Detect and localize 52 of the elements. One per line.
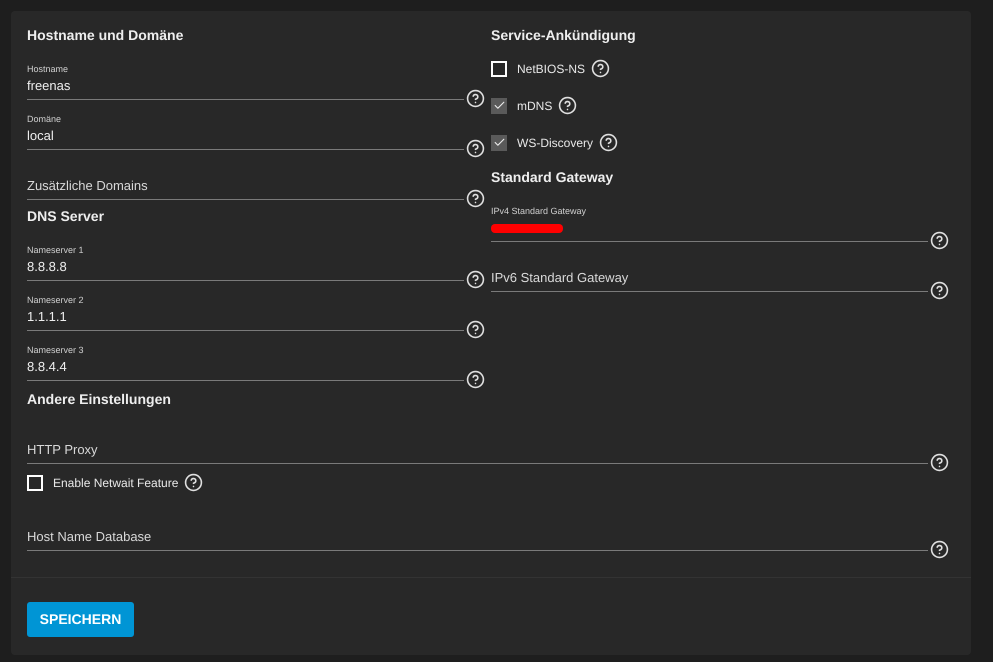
section-heading: DNS Server [27,206,104,226]
text-field[interactable]: IPv4 Standard Gateway [491,205,928,242]
help-icon[interactable] [599,133,618,152]
field-label: Domäne [27,113,62,125]
checkbox[interactable] [491,60,507,76]
field-value: freenas [27,78,72,94]
checkbox-label: NetBIOS-NS [517,60,586,78]
help-icon[interactable] [591,59,610,78]
section-heading: Andere Einstellungen [27,390,171,409]
checkbox[interactable] [491,134,507,150]
field-placeholder[interactable]: IPv6 Standard Gateway [491,270,928,286]
field-placeholder[interactable]: HTTP Proxy [27,442,928,458]
field-value: 8.8.8.8 [27,259,68,275]
field-placeholder[interactable]: Zusätzliche Domains [27,178,464,194]
help-icon[interactable] [930,540,949,559]
field-placeholder[interactable]: Host Name Database [27,529,928,545]
text-field[interactable]: Zusätzliche Domains [27,178,464,200]
checkbox-label: mDNS [517,98,552,114]
checkbox[interactable] [27,474,43,490]
field-label: Nameserver 2 [27,294,85,306]
help-icon[interactable] [466,139,485,158]
section-heading: Service-Ankündigung [491,26,636,45]
field-value: local [27,128,55,144]
checkbox[interactable] [491,98,507,114]
help-icon[interactable] [930,281,949,300]
help-icon[interactable] [466,370,485,389]
help-icon[interactable] [466,89,485,108]
text-field[interactable]: IPv6 Standard Gateway [491,270,928,292]
text-field[interactable]: Hostname freenas [27,63,464,100]
help-icon[interactable] [558,96,578,115]
section-heading: Hostname und Domäne [27,26,184,44]
help-icon[interactable] [466,189,485,208]
text-field[interactable]: Domäne local [27,113,464,150]
field-value: 8.8.4.4 [27,359,68,375]
field-label: Nameserver 3 [27,344,85,356]
section-heading: Standard Gateway [491,168,614,187]
help-icon[interactable] [930,231,949,250]
help-icon[interactable] [184,473,204,492]
field-label: IPv4 Standard Gateway [491,205,588,217]
text-field[interactable]: HTTP Proxy [27,442,928,464]
field-label: Hostname [27,63,70,75]
checkbox-label: WS-Discovery [517,134,594,152]
help-icon[interactable] [930,453,949,472]
text-field[interactable]: Nameserver 3 8.8.4.4 [27,344,464,381]
text-field[interactable]: Nameserver 1 8.8.8.8 [27,244,464,281]
text-field[interactable]: Host Name Database [27,529,928,551]
help-icon[interactable] [466,270,485,289]
help-icon[interactable] [466,320,485,339]
text-field[interactable]: Nameserver 2 1.1.1.1 [27,294,464,331]
field-value: 1.1.1.1 [27,309,68,325]
field-label: Nameserver 1 [27,244,85,256]
checkbox-label: Enable Netwait Feature [53,474,178,492]
